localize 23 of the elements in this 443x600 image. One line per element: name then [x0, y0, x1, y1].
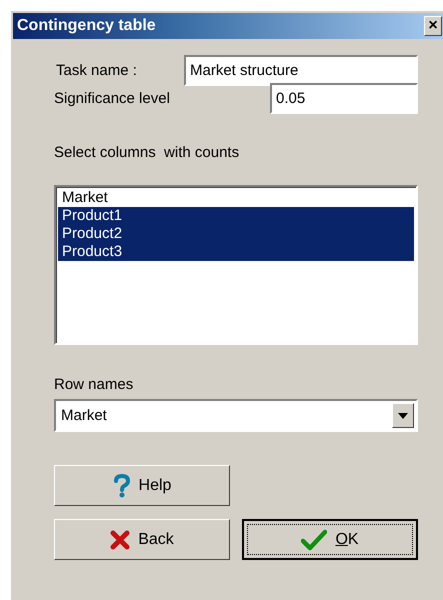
caret-icon	[398, 412, 408, 418]
window-title: Contingency table	[17, 17, 156, 35]
question-mark-icon	[112, 474, 131, 498]
list-item[interactable]: Product1	[58, 207, 414, 225]
dropdown-value: Market	[61, 407, 107, 424]
columns-listbox[interactable]: Market Product1 Product2 Product3	[54, 185, 418, 345]
ok-button[interactable]: OK	[242, 519, 418, 560]
cross-icon	[110, 530, 130, 550]
back-button[interactable]: Back	[54, 519, 230, 560]
list-item[interactable]: Product2	[58, 225, 414, 243]
task-name-label: Task name :	[56, 62, 137, 79]
list-item[interactable]: Product3	[58, 243, 414, 261]
row-names-dropdown[interactable]: Market	[54, 399, 418, 432]
close-button[interactable]: ×	[424, 16, 442, 36]
significance-field[interactable]: 0.05	[270, 83, 418, 114]
task-name-field[interactable]: Market structure	[184, 55, 418, 86]
list-item[interactable]: Market	[58, 189, 414, 207]
significance-label: Significance level	[54, 90, 170, 107]
dropdown-button[interactable]	[392, 403, 414, 428]
checkmark-icon	[301, 528, 328, 550]
help-button[interactable]: Help	[54, 465, 230, 506]
columns-label: Select columns with counts	[54, 144, 240, 161]
row-names-label: Row names	[54, 376, 134, 393]
